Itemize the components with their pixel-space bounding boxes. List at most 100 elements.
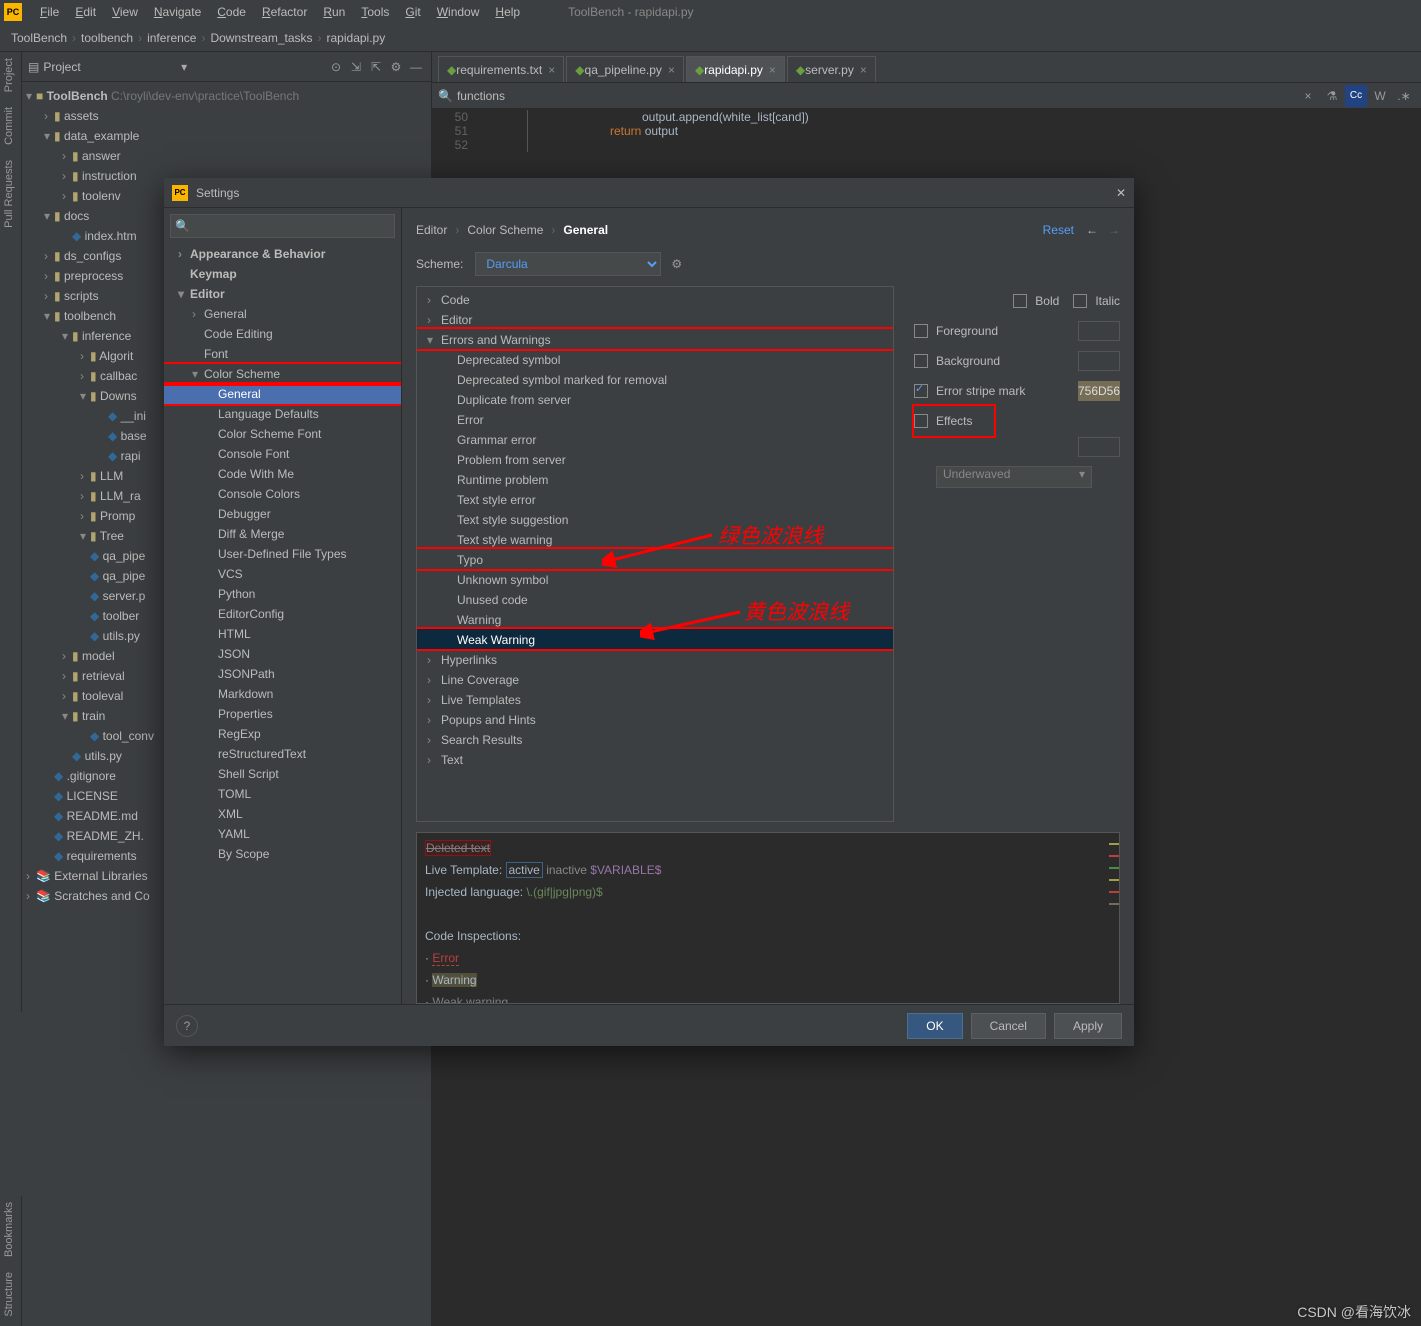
cs-tree-item[interactable]: ▾Errors and Warnings [417,329,893,349]
foreground-color[interactable] [1078,321,1120,341]
settings-nav-item[interactable]: ›General [164,304,401,324]
settings-nav-item[interactable]: Python [164,584,401,604]
cs-tree-item[interactable]: Duplicate from server [417,389,893,409]
settings-nav-item[interactable]: HTML [164,624,401,644]
settings-nav-item[interactable]: RegExp [164,724,401,744]
tree-node[interactable]: ›▮ answer [26,146,431,166]
breadcrumb[interactable]: inference [144,31,199,45]
settings-nav-item[interactable]: Diff & Merge [164,524,401,544]
cs-tree-item[interactable]: Grammar error [417,429,893,449]
cs-tree-item[interactable]: Deprecated symbol [417,349,893,369]
settings-nav-item[interactable]: Shell Script [164,764,401,784]
cs-tree-item[interactable]: ›Popups and Hints [417,709,893,729]
settings-search[interactable]: 🔍 [170,214,395,238]
menu-edit[interactable]: Edit [67,3,104,21]
settings-nav-item[interactable]: Properties [164,704,401,724]
settings-nav-item[interactable]: Color Scheme Font [164,424,401,444]
cs-tree-item[interactable]: ›Text [417,749,893,769]
tree-node[interactable]: ›▮ assets [26,106,431,126]
close-tab-icon[interactable]: × [860,63,867,77]
settings-nav-item[interactable]: By Scope [164,844,401,864]
menu-code[interactable]: Code [209,3,254,21]
tool-tab-commit[interactable]: Commit [0,101,18,151]
cs-tree-item[interactable]: Text style suggestion [417,509,893,529]
menu-refactor[interactable]: Refactor [254,3,315,21]
foreground-checkbox[interactable] [914,324,928,338]
collapse-icon[interactable]: ⇱ [367,58,385,76]
cancel-button[interactable]: Cancel [971,1013,1046,1039]
cs-tree-item[interactable]: Error [417,409,893,429]
back-icon[interactable]: ← [1086,223,1098,237]
editor-tab[interactable]: ◆ rapidapi.py × [686,56,785,82]
cs-tree-item[interactable]: Text style error [417,489,893,509]
italic-checkbox[interactable] [1073,294,1087,308]
settings-nav-item[interactable]: VCS [164,564,401,584]
chevron-down-icon[interactable]: ▾ [181,60,187,74]
settings-nav-item[interactable]: ›Appearance & Behavior [164,244,401,264]
tree-node[interactable]: ▾▮ data_example [26,126,431,146]
settings-nav-item[interactable]: reStructuredText [164,744,401,764]
crumb-color-scheme[interactable]: Color Scheme [467,223,543,237]
hide-icon[interactable]: — [407,58,425,76]
editor-tab[interactable]: ◆ qa_pipeline.py × [566,56,684,82]
menu-run[interactable]: Run [315,3,353,21]
regex-icon[interactable]: .∗ [1393,85,1415,107]
cs-tree-item[interactable]: Deprecated symbol marked for removal [417,369,893,389]
cs-tree-item[interactable]: Typo [417,549,893,569]
breadcrumb[interactable]: toolbench [78,31,136,45]
effects-type-select[interactable]: Underwaved▾ [936,466,1092,488]
settings-nav-item[interactable]: Debugger [164,504,401,524]
editor-tab[interactable]: ◆ server.py × [787,56,876,82]
effects-checkbox[interactable] [914,414,928,428]
breadcrumb[interactable]: rapidapi.py [324,31,389,45]
settings-nav-item[interactable]: JSON [164,644,401,664]
settings-close-icon[interactable]: ✕ [1116,186,1126,200]
settings-nav-item[interactable]: Code With Me [164,464,401,484]
project-dropdown-icon[interactable]: ▤ [28,60,39,74]
settings-nav-item[interactable]: EditorConfig [164,604,401,624]
background-checkbox[interactable] [914,354,928,368]
scheme-select[interactable]: Darcula [475,252,661,276]
filter-icon[interactable]: ⚗ [1321,85,1343,107]
menu-tools[interactable]: Tools [353,3,397,21]
cs-tree-item[interactable]: ›Line Coverage [417,669,893,689]
menu-window[interactable]: Window [429,3,488,21]
settings-nav-item[interactable]: User-Defined File Types [164,544,401,564]
menu-file[interactable]: File [32,3,67,21]
cs-tree-item[interactable]: Text style warning [417,529,893,549]
settings-nav-item[interactable]: Code Editing [164,324,401,344]
cs-tree-item[interactable]: Weak Warning [417,629,893,649]
cs-tree-item[interactable]: Warning [417,609,893,629]
settings-nav-item[interactable]: YAML [164,824,401,844]
settings-nav-item[interactable]: XML [164,804,401,824]
settings-nav-item[interactable]: Console Font [164,444,401,464]
close-tab-icon[interactable]: × [548,63,555,77]
settings-nav-item[interactable]: ▾Color Scheme [164,364,401,384]
scheme-gear-icon[interactable]: ⚙ [671,257,682,271]
background-color[interactable] [1078,351,1120,371]
cs-tree-item[interactable]: ›Live Templates [417,689,893,709]
editor-tab[interactable]: ◆ requirements.txt × [438,56,564,82]
cs-tree-item[interactable]: ›Editor [417,309,893,329]
project-title[interactable]: Project [43,60,177,74]
code-editor[interactable]: 50output.append(white_list[cand])51retur… [432,108,1421,154]
cs-tree-item[interactable]: ›Search Results [417,729,893,749]
color-scheme-tree[interactable]: ›Code›Editor▾Errors and WarningsDeprecat… [416,286,894,822]
bold-checkbox[interactable] [1013,294,1027,308]
gear-icon[interactable]: ⚙ [387,58,405,76]
expand-icon[interactable]: ⇲ [347,58,365,76]
menu-help[interactable]: Help [487,3,528,21]
reset-link[interactable]: Reset [1043,223,1074,237]
stripe-checkbox[interactable] [914,384,928,398]
words-icon[interactable]: W [1369,85,1391,107]
settings-nav-item[interactable]: Markdown [164,684,401,704]
tool-tab-project[interactable]: Project [0,52,18,98]
cs-tree-item[interactable]: Problem from server [417,449,893,469]
apply-button[interactable]: Apply [1054,1013,1122,1039]
breadcrumb[interactable]: ToolBench [8,31,70,45]
settings-nav-item[interactable]: TOML [164,784,401,804]
cs-tree-item[interactable]: Unused code [417,589,893,609]
cs-tree-item[interactable]: Runtime problem [417,469,893,489]
settings-nav-item[interactable]: Console Colors [164,484,401,504]
settings-nav-item[interactable]: Font [164,344,401,364]
